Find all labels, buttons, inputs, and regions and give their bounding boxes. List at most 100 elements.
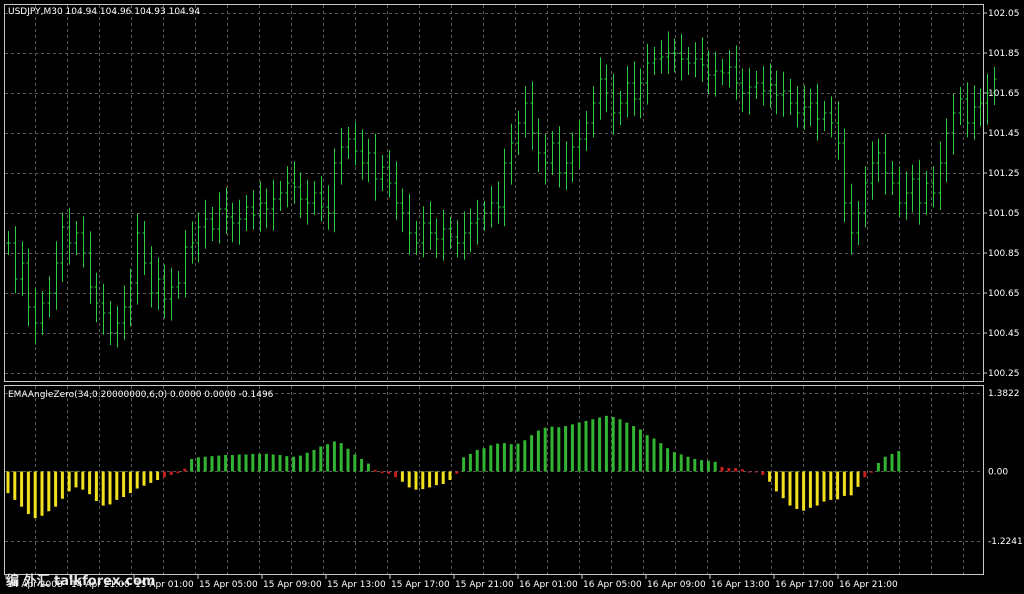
ohlc-bar [40, 291, 45, 335]
ohlc-bar [230, 202, 235, 243]
histogram-bar [122, 471, 126, 498]
ohlc-bar [958, 87, 963, 125]
histogram-bar [33, 471, 37, 519]
ohlc-bar [795, 86, 800, 128]
y-tick-label: 101.25 [988, 169, 1020, 179]
histogram-bar [88, 471, 92, 495]
histogram-bar [142, 471, 146, 486]
ohlc-bar [264, 188, 269, 229]
ohlc-bar [598, 57, 603, 120]
ohlc-bar [625, 66, 630, 118]
histogram-bar [550, 426, 554, 472]
ohlc-bar [883, 133, 888, 195]
ohlc-bar [829, 96, 834, 138]
histogram-bar [101, 471, 105, 506]
ohlc-bar [434, 218, 439, 259]
ohlc-bar [604, 64, 609, 113]
histogram-bar [720, 466, 724, 472]
histogram-bar [455, 471, 459, 474]
ohlc-bar [47, 276, 52, 318]
ohlc-bar [530, 81, 535, 150]
histogram-bar [278, 455, 282, 472]
histogram-bar [366, 463, 370, 472]
ohlc-bar [876, 138, 881, 183]
ohlc-bar [761, 66, 766, 106]
histogram-bar [264, 453, 268, 472]
x-tick-label: 15 Apr 21:00 [455, 580, 514, 590]
ohlc-bar [693, 42, 698, 78]
ohlc-bar [115, 306, 120, 348]
ohlc-bar [632, 61, 637, 116]
histogram-bar [815, 471, 819, 506]
histogram-bar [258, 453, 262, 472]
histogram-bar [768, 471, 772, 482]
ohlc-bar [645, 43, 650, 105]
ohlc-bar [849, 183, 854, 255]
histogram-bar [611, 416, 615, 472]
indicator-histogram [6, 415, 901, 519]
histogram-bar [468, 453, 472, 472]
histogram-bar [305, 452, 309, 472]
y-tick-label: 101.05 [988, 209, 1020, 219]
ohlc-bar [836, 101, 841, 160]
x-tick-label: 16 Apr 09:00 [647, 580, 706, 590]
histogram-bar [829, 471, 833, 500]
histogram-bar [400, 471, 404, 482]
histogram-bar [244, 454, 248, 472]
histogram-bar [462, 457, 466, 472]
histogram-bar [856, 471, 860, 487]
ohlc-bar [720, 59, 725, 85]
x-tick-label: 16 Apr 05:00 [583, 580, 642, 590]
ohlc-bar [564, 141, 569, 190]
ohlc-bar [353, 122, 358, 166]
histogram-bar [108, 471, 112, 505]
ohlc-bar [910, 164, 915, 213]
histogram-bar [876, 462, 880, 472]
ohlc-bar [523, 86, 528, 138]
histogram-bar [217, 455, 221, 472]
y-tick-label: 100.25 [988, 369, 1020, 379]
histogram-bar [149, 471, 153, 483]
histogram-bar [822, 471, 826, 502]
ohlc-bar [319, 176, 324, 222]
histogram-bar [434, 471, 438, 486]
ohlc-bar [924, 171, 929, 215]
histogram-bar [870, 471, 874, 473]
histogram-bar [577, 422, 581, 472]
ohlc-bar [6, 231, 11, 255]
ohlc-bar [326, 185, 331, 230]
ohlc-bar [550, 131, 555, 175]
histogram-bar [448, 471, 452, 481]
ohlc-bar [156, 257, 161, 310]
ohlc-bar [26, 248, 31, 327]
x-tick-label: 16 Apr 21:00 [839, 580, 898, 590]
histogram-bar [285, 456, 289, 472]
histogram-bar [326, 444, 330, 472]
ohlc-bar [312, 181, 317, 215]
ohlc-bar [536, 118, 541, 173]
ohlc-bar [781, 71, 786, 117]
histogram-bar [727, 468, 731, 472]
ohlc-bar [196, 212, 201, 263]
histogram-bar [196, 457, 200, 472]
y-tick-label: 100.65 [988, 289, 1020, 299]
ohlc-bar [475, 199, 480, 245]
histogram-bar [713, 461, 717, 472]
histogram-bar [421, 471, 425, 490]
ohlc-bar [496, 181, 501, 224]
histogram-bar [373, 469, 377, 472]
histogram-bar [625, 422, 629, 472]
histogram-bar [203, 456, 207, 472]
histogram-bar [271, 454, 275, 472]
ohlc-bar [754, 71, 759, 99]
y-tick-label: 1.3822 [988, 389, 1020, 399]
ohlc-bar [815, 83, 820, 141]
ohlc-bar [400, 188, 405, 233]
ohlc-bar [183, 230, 188, 298]
histogram-bar [652, 438, 656, 472]
histogram-bar [319, 446, 323, 472]
histogram-bar [312, 449, 316, 472]
histogram-bar [360, 458, 364, 472]
histogram-bar [475, 449, 479, 472]
histogram-bar [774, 471, 778, 492]
